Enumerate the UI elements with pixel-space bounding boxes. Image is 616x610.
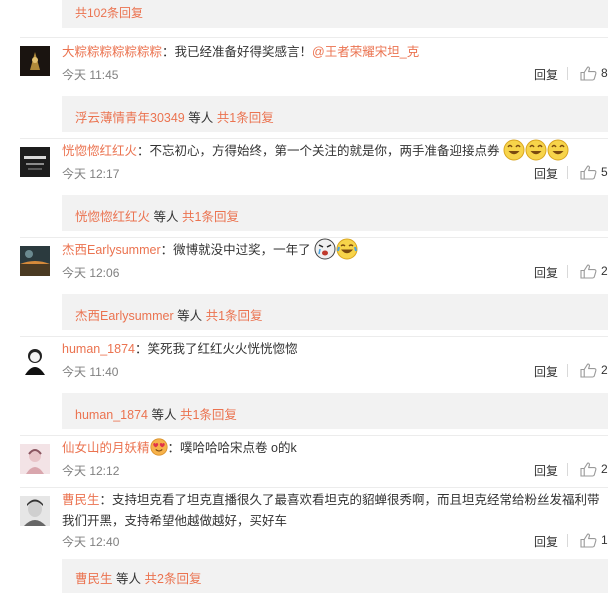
divider (567, 67, 568, 80)
comment-body: 噗哈哈哈宋点卷 o的k (180, 441, 297, 455)
comment-body: 不忘初心，方得始终，第一个关注的就是你，两手准备迎接点券 (149, 144, 500, 158)
comment-text: human_1874：笑死我了红红火火恍恍惚惚 (62, 342, 298, 356)
comment-item: 杰西Earlysummer：微博就没中过奖，一年了 今天 12:06 回复 2 … (0, 237, 616, 336)
comment-item: human_1874：笑死我了红红火火恍恍惚惚 今天 11:40 回复 2 hu… (0, 336, 616, 435)
avatar[interactable] (20, 444, 50, 474)
sub-reply-total[interactable]: 共1条回复 (182, 210, 239, 224)
sub-replies-bar[interactable]: 曹民生 等人 共2条回复 (62, 559, 608, 593)
thumbs-up-icon[interactable] (580, 165, 597, 180)
reply-button[interactable]: 回复 (534, 264, 558, 281)
comment-body: 支持坦克看了坦克直播很久了最喜欢看坦克的貂蝉很秀啊，而且坦克经常给粉丝发福利带我… (62, 493, 600, 528)
sub-replies-bar[interactable]: 恍惚惚红红火 等人 共1条回复 (62, 195, 608, 231)
like-count: 5 (601, 165, 608, 179)
comment-text: 恍惚惚红红火：不忘初心，方得始终，第一个关注的就是你，两手准备迎接点券 (62, 141, 610, 162)
sub-reply-total[interactable]: 共2条回复 (145, 572, 202, 586)
sub-reply-names[interactable]: human_1874 (75, 408, 148, 422)
thumbs-up-icon[interactable] (580, 533, 597, 548)
grin-emoji-icon (525, 139, 547, 161)
mention-link[interactable]: @王者荣耀宋坦_克 (312, 45, 419, 59)
sub-replies-bar[interactable]: 浮云薄情青年30349 等人 共1条回复 (62, 96, 608, 132)
thumbs-up-icon[interactable] (580, 264, 597, 279)
comment-item: 仙女山的月妖精 ：噗哈哈哈宋点卷 o的k 今天 12:12 回复 2 (0, 435, 616, 487)
comment-time: 今天 12:17 (62, 167, 120, 181)
comment-item: 恍惚惚红红火：不忘初心，方得始终，第一个关注的就是你，两手准备迎接点券 今天 1… (0, 138, 616, 237)
total-replies-link[interactable]: 共102条回复 (75, 6, 143, 20)
thumbs-up-icon[interactable] (580, 462, 597, 477)
comment-time: 今天 12:40 (62, 535, 120, 549)
comment-item: 曹民生：支持坦克看了坦克直播很久了最喜欢看坦克的貂蝉很秀啊，而且坦克经常给粉丝发… (0, 487, 616, 610)
divider (20, 37, 608, 38)
sub-reply-total[interactable]: 共1条回复 (217, 111, 274, 125)
avatar[interactable] (20, 345, 50, 375)
sub-reply-total[interactable]: 共1条回复 (206, 309, 263, 323)
divider (20, 487, 608, 488)
sub-reply-names[interactable]: 浮云薄情青年30349 (75, 111, 185, 125)
comment-item: 大粽粽粽粽粽粽粽：我已经准备好得奖感言！@王者荣耀宋坦_克 今天 11:45 回… (0, 37, 616, 138)
divider (20, 435, 608, 436)
like-count: 2 (601, 462, 608, 476)
commenter-name[interactable]: 曹民生 (62, 493, 100, 507)
avatar[interactable] (20, 147, 50, 177)
comment-text: 大粽粽粽粽粽粽粽：我已经准备好得奖感言！@王者荣耀宋坦_克 (62, 45, 420, 59)
avatar[interactable] (20, 46, 50, 76)
avatar[interactable] (20, 246, 50, 276)
divider (20, 336, 608, 337)
cry-emoji-icon (314, 238, 336, 260)
divider (567, 265, 568, 278)
divider (567, 166, 568, 179)
divider (567, 364, 568, 377)
divider (567, 463, 568, 476)
like-count: 2 (601, 363, 608, 377)
comment-time: 今天 11:40 (62, 365, 119, 379)
commenter-name[interactable]: 仙女山的月妖精 (62, 441, 150, 455)
reply-button[interactable]: 回复 (534, 165, 558, 182)
thumbs-up-icon[interactable] (580, 363, 597, 378)
comment-body: 笑死我了红红火火恍恍惚惚 (147, 342, 298, 356)
comment-time: 今天 12:06 (62, 266, 120, 280)
commenter-name[interactable]: 恍惚惚红红火 (62, 144, 137, 158)
laugh-emoji-icon (336, 238, 358, 260)
comment-text: 杰西Earlysummer：微博就没中过奖，一年了 (62, 238, 610, 261)
replies-summary-bar: 共102条回复 (62, 0, 608, 28)
sub-replies-bar[interactable]: 杰西Earlysummer 等人 共1条回复 (62, 294, 608, 330)
thumbs-up-icon[interactable] (580, 66, 597, 81)
grin-emoji-icon (503, 139, 525, 161)
heart-eyes-emoji-icon (149, 438, 168, 456)
commenter-name[interactable]: human_1874 (62, 342, 135, 356)
grin-emoji-icon (547, 139, 569, 161)
commenter-name[interactable]: 杰西Earlysummer (62, 243, 161, 257)
sub-replies-bar[interactable]: human_1874 等人 共1条回复 (62, 393, 608, 429)
commenter-name[interactable]: 大粽粽粽粽粽粽粽 (62, 45, 162, 59)
reply-button[interactable]: 回复 (534, 363, 558, 380)
comment-time: 今天 11:45 (62, 68, 119, 82)
like-count: 8 (601, 66, 608, 80)
sub-reply-names[interactable]: 杰西Earlysummer (75, 309, 174, 323)
sub-reply-total[interactable]: 共1条回复 (180, 408, 237, 422)
comment-text: 曹民生：支持坦克看了坦克直播很久了最喜欢看坦克的貂蝉很秀啊，而且坦克经常给粉丝发… (62, 493, 600, 528)
comment-time: 今天 12:12 (62, 464, 120, 478)
divider (567, 534, 568, 547)
sub-reply-names[interactable]: 曹民生 (75, 572, 113, 586)
like-count: 1 (601, 533, 608, 547)
avatar[interactable] (20, 496, 50, 526)
comment-body: 微博就没中过奖，一年了 (173, 243, 311, 257)
comment-body: 我已经准备好得奖感言！ (174, 45, 313, 59)
comment-text: 仙女山的月妖精 ：噗哈哈哈宋点卷 o的k (62, 438, 610, 459)
reply-button[interactable]: 回复 (534, 533, 558, 550)
reply-button[interactable]: 回复 (534, 462, 558, 479)
like-count: 2 (601, 264, 608, 278)
reply-button[interactable]: 回复 (534, 66, 558, 83)
sub-reply-names[interactable]: 恍惚惚红红火 (75, 210, 150, 224)
